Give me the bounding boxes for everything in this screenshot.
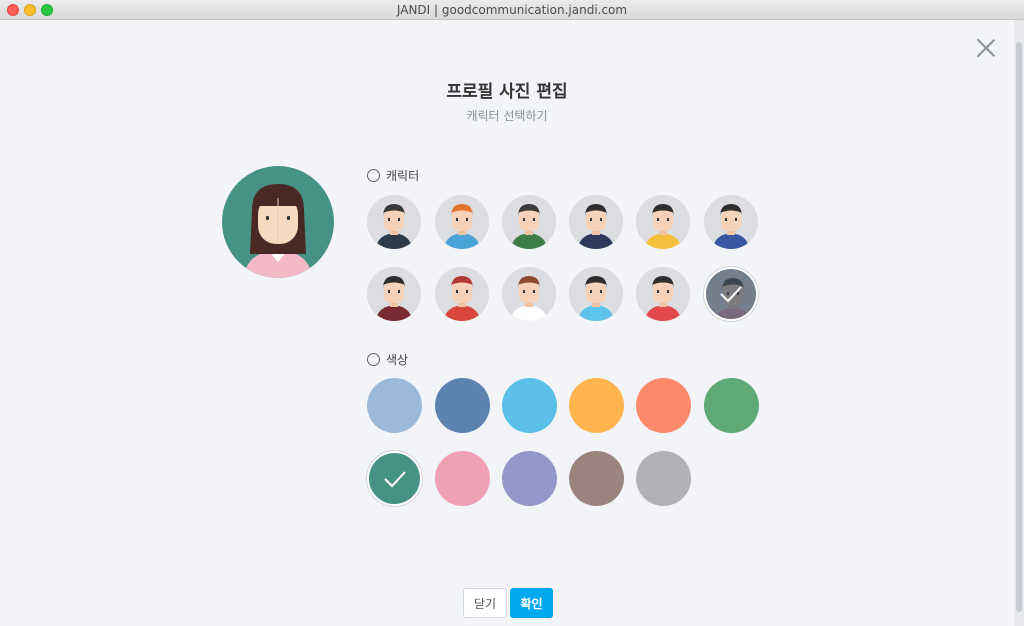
- color-light-blue[interactable]: [367, 378, 422, 433]
- close-icon[interactable]: [976, 38, 996, 58]
- color-green[interactable]: [704, 378, 759, 433]
- window-title: JANDI | goodcommunication.jandi.com: [396, 3, 628, 17]
- color-taupe[interactable]: [569, 451, 624, 506]
- scrollbar-thumb[interactable]: [1016, 42, 1022, 612]
- color-section-label: 색상: [367, 351, 408, 368]
- color-lavender[interactable]: [502, 451, 557, 506]
- character-section-label: 캐릭터: [367, 167, 419, 184]
- color-label: 색상: [386, 353, 409, 367]
- color-pink[interactable]: [435, 451, 490, 506]
- page-subtitle: 캐릭터 선택하기: [466, 109, 548, 123]
- character-chef-man[interactable]: [435, 267, 489, 321]
- checkmark-icon: [383, 470, 406, 487]
- character-hanbok-girl[interactable]: [569, 267, 623, 321]
- character-suit-man[interactable]: [569, 195, 623, 249]
- character-glasses-man[interactable]: [502, 195, 556, 249]
- color-steel-blue[interactable]: [435, 378, 490, 433]
- color-gray[interactable]: [636, 451, 691, 506]
- color-orange[interactable]: [569, 378, 624, 433]
- confirm-button[interactable]: 확인: [510, 588, 553, 618]
- character-mustache-man[interactable]: [367, 195, 421, 249]
- color-sky-blue[interactable]: [502, 378, 557, 433]
- character-hat-man[interactable]: [704, 195, 758, 249]
- circle-icon: [367, 353, 380, 366]
- character-label: 캐릭터: [386, 169, 420, 183]
- color-teal[interactable]: [367, 451, 422, 506]
- character-brown-hair-girl[interactable]: [502, 267, 556, 321]
- checkmark-icon: [720, 286, 742, 303]
- profile-preview-avatar: [222, 166, 334, 278]
- cancel-button[interactable]: 닫기: [463, 588, 507, 618]
- character-redhead-girl[interactable]: [435, 195, 489, 249]
- color-coral[interactable]: [636, 378, 691, 433]
- window-titlebar: JANDI | goodcommunication.jandi.com: [0, 0, 1024, 20]
- character-bun-girl[interactable]: [636, 267, 690, 321]
- character-glasses-man-2[interactable]: [367, 267, 421, 321]
- character-long-hair-girl[interactable]: [704, 267, 758, 321]
- page-title: 프로필 사진 편집: [446, 82, 568, 102]
- scrollbar[interactable]: [1014, 20, 1024, 626]
- selected-overlay: [706, 269, 756, 319]
- person-icon: [367, 169, 380, 182]
- character-crown-girl[interactable]: [636, 195, 690, 249]
